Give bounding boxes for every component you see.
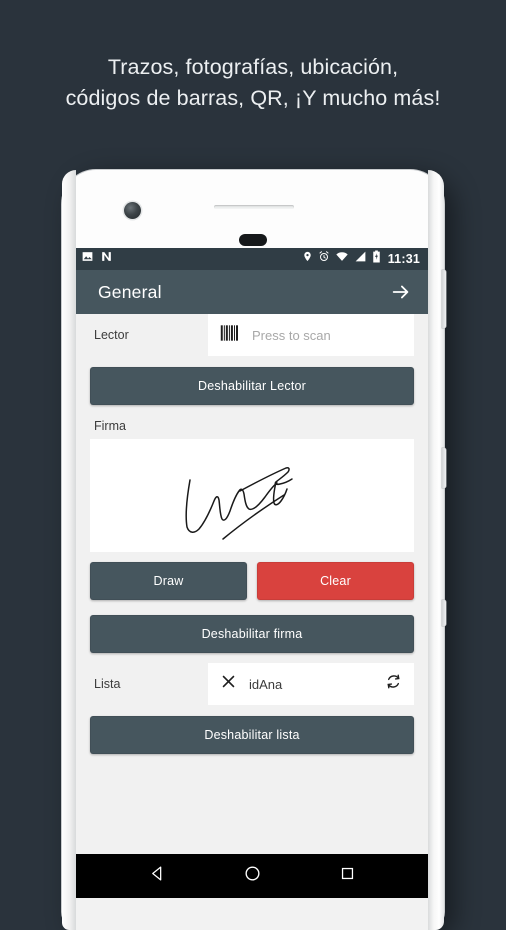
draw-button[interactable]: Draw: [90, 562, 247, 600]
circle-home-icon[interactable]: [243, 864, 262, 888]
disable-lista-button[interactable]: Deshabilitar lista: [90, 716, 414, 754]
triangle-back-icon[interactable]: [148, 864, 167, 888]
barcode-icon[interactable]: [220, 324, 240, 347]
phone-left-bezel: [62, 170, 76, 930]
side-button-lower[interactable]: [442, 600, 446, 626]
page-title: General: [98, 281, 162, 302]
field-row-lista: Lista idAna: [76, 663, 428, 705]
disable-firma-wrap: Deshabilitar firma: [76, 604, 428, 657]
image-icon: [81, 250, 94, 268]
lista-label: Lista: [94, 677, 121, 691]
app-bar: General: [76, 270, 428, 314]
promo-headline: Trazos, fotografías, ubicación, códigos …: [0, 52, 506, 114]
sync-refresh-icon[interactable]: [385, 673, 402, 695]
status-bar: 11:31: [76, 248, 428, 270]
proximity-sensor: [239, 234, 267, 246]
android-nav-bar: [76, 854, 428, 898]
lector-scan-input[interactable]: Press to scan: [208, 314, 414, 356]
signature-action-row: Draw Clear: [76, 552, 428, 604]
signature-pad[interactable]: [90, 439, 414, 552]
phone-mockup: 11:31 General Lector Press to scan Desha…: [62, 170, 446, 930]
status-bar-clock: 11:31: [387, 252, 420, 266]
phone-screen: 11:31 General Lector Press to scan Desha…: [76, 248, 428, 930]
signal-icon: [354, 250, 367, 268]
arrow-right-icon[interactable]: [390, 281, 412, 303]
power-button[interactable]: [442, 448, 446, 488]
status-bar-left-icons: [81, 250, 113, 268]
earpiece-speaker: [214, 205, 294, 209]
disable-lector-wrap: Deshabilitar Lector: [76, 356, 428, 409]
disable-firma-button[interactable]: Deshabilitar firma: [90, 615, 414, 653]
lista-value: idAna: [249, 676, 283, 692]
nfc-n-icon: [100, 250, 113, 268]
headline-line-2: códigos de barras, QR, ¡Y mucho más!: [65, 86, 441, 110]
firma-label: Firma: [94, 419, 126, 433]
clear-button[interactable]: Clear: [257, 562, 414, 600]
headline-line-1: Trazos, fotografías, ubicación,: [107, 55, 399, 79]
lector-label: Lector: [94, 328, 129, 342]
status-bar-right-icons: 11:31: [302, 250, 420, 268]
wifi-icon: [335, 250, 349, 268]
form-content: Lector Press to scan Deshabilitar Lector…: [76, 314, 428, 854]
front-camera-icon: [124, 202, 141, 219]
location-pin-icon: [302, 250, 313, 268]
field-row-lector: Lector Press to scan: [76, 314, 428, 356]
lista-select-input[interactable]: idAna: [208, 663, 414, 705]
volume-rocker-button[interactable]: [442, 270, 446, 328]
disable-lector-button[interactable]: Deshabilitar Lector: [90, 367, 414, 405]
square-recents-icon[interactable]: [339, 865, 356, 887]
lector-placeholder: Press to scan: [252, 327, 331, 343]
alarm-clock-icon: [318, 250, 330, 268]
battery-charging-icon: [372, 250, 381, 268]
close-x-icon[interactable]: [220, 673, 237, 695]
disable-lista-wrap: Deshabilitar lista: [76, 705, 428, 758]
content-scrollbar[interactable]: [424, 314, 427, 854]
